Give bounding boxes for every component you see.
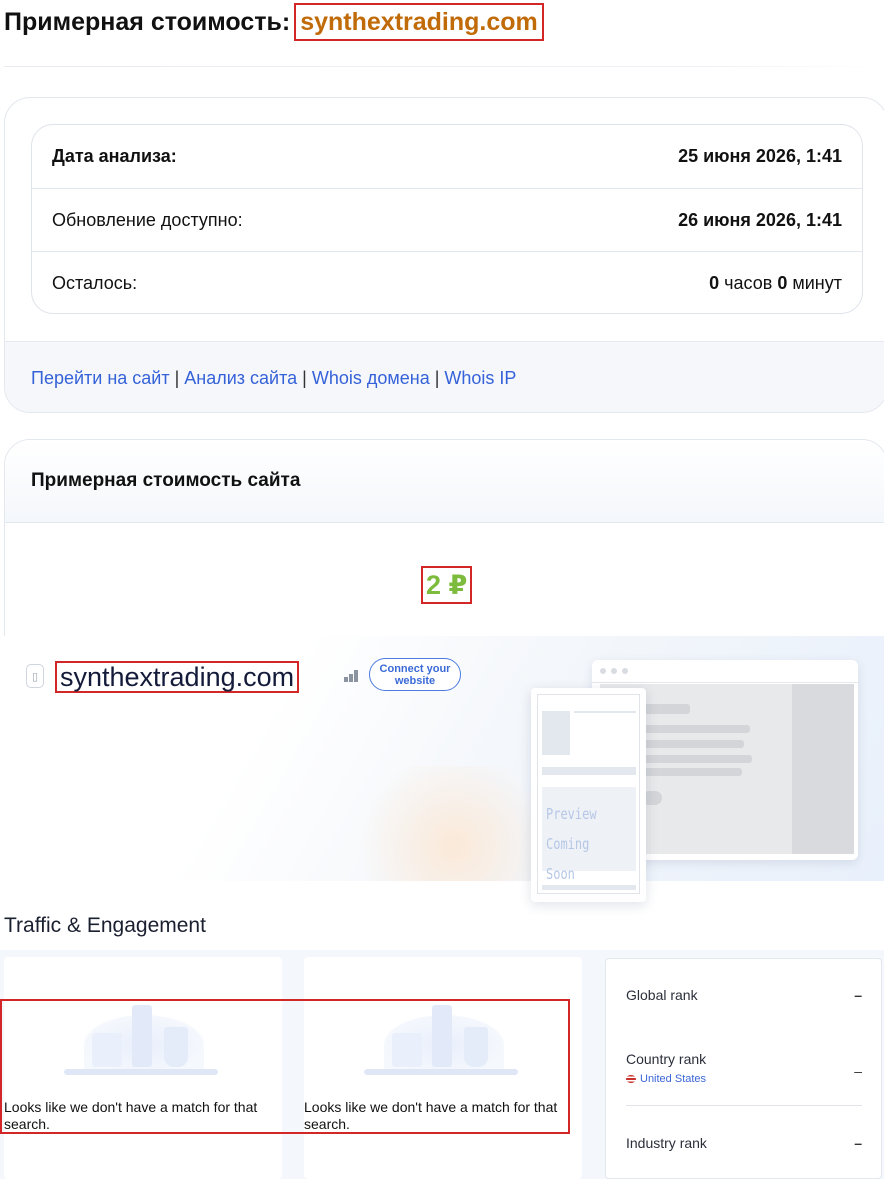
analysis-date-value: 25 июня 2026, 1:41 — [678, 146, 842, 166]
whois-domain-link[interactable]: Whois домена — [312, 368, 430, 389]
connect-website-button[interactable]: Connect your website — [369, 658, 461, 691]
page-title-text: Примерная стоимость: — [4, 7, 291, 36]
analysis-table: Дата анализа: 25 июня 2026, 1:41 Обновле… — [31, 124, 863, 314]
preview-coming-soon: Preview Coming Soon — [546, 799, 620, 889]
remaining-minutes: 0 — [777, 272, 788, 293]
signal-bars-icon — [344, 670, 358, 682]
global-rank-label: Global rank — [626, 987, 698, 1003]
remaining-label: Осталось: — [52, 272, 138, 293]
site-analysis-link[interactable]: Анализ сайта — [184, 368, 297, 389]
remaining-hours-unit: часов — [724, 272, 773, 293]
global-rank-value: – — [854, 987, 862, 1003]
empty-highlight-box — [0, 999, 570, 1134]
whois-ip-link[interactable]: Whois IP — [444, 368, 516, 389]
analysis-date-row: Дата анализа: 25 июня 2026, 1:41 — [32, 125, 862, 188]
remaining-minutes-unit: минут — [792, 272, 842, 293]
country-rank: Country rank – United States — [626, 1051, 862, 1085]
site-links-bar: Перейти на сайт | Анализ сайта | Whois д… — [5, 341, 884, 412]
widget-domain[interactable]: synthextrading.com — [55, 661, 300, 693]
site-value-price: 2 ₽ — [421, 566, 473, 604]
country-rank-label: Country rank — [626, 1051, 707, 1067]
country-rank-value: – — [854, 1063, 862, 1079]
us-flag-icon — [626, 1075, 636, 1083]
link-separator: | — [174, 367, 180, 388]
link-separator: | — [302, 367, 307, 388]
browser-bar — [592, 660, 858, 683]
mobile-preview-screen: Preview Coming Soon — [537, 694, 640, 894]
industry-rank: Industry rank – — [626, 1135, 862, 1151]
header-divider — [4, 66, 880, 67]
link-separator: | — [434, 367, 440, 388]
global-rank: Global rank – — [626, 987, 862, 1003]
page-title-domain: synthextrading.com — [294, 3, 544, 41]
favicon-icon: ▯ — [26, 664, 44, 688]
site-value-title: Примерная стоимость сайта — [5, 440, 884, 523]
rank-divider — [626, 1105, 862, 1106]
traffic-title: Traffic & Engagement — [4, 914, 206, 937]
page-title: Примерная стоимость: synthextrading.com — [4, 2, 544, 42]
industry-rank-value: – — [854, 1135, 862, 1151]
remaining-value: 0 часов 0 минут — [709, 273, 842, 294]
analysis-card: Дата анализа: 25 июня 2026, 1:41 Обновле… — [4, 97, 884, 413]
update-row: Обновление доступно: 26 июня 2026, 1:41 — [32, 188, 862, 251]
update-label: Обновление доступно: — [52, 209, 243, 230]
country-rank-country[interactable]: United States — [626, 1073, 862, 1085]
analysis-date-label: Дата анализа: — [52, 146, 177, 166]
rank-card: Global rank – Country rank – United Stat… — [605, 958, 882, 1179]
update-value: 26 июня 2026, 1:41 — [678, 209, 842, 230]
desktop-preview-sidebar — [792, 684, 854, 854]
industry-rank-label: Industry rank — [626, 1135, 707, 1151]
country-name: United States — [640, 1073, 707, 1085]
preview-line-1: Preview — [546, 805, 597, 823]
visit-site-link[interactable]: Перейти на сайт — [31, 368, 170, 389]
preview-line-2: Coming Soon — [546, 835, 590, 883]
remaining-hours: 0 — [709, 272, 720, 293]
mobile-preview: Preview Coming Soon — [531, 688, 646, 902]
remaining-row: Осталось: 0 часов 0 минут — [32, 251, 862, 314]
